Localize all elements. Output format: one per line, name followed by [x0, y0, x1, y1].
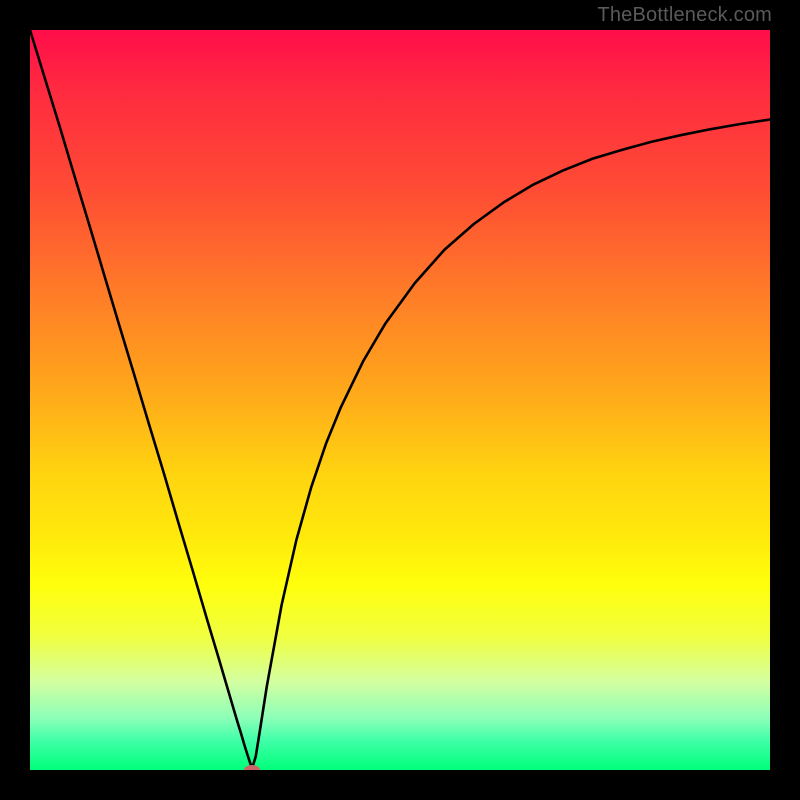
plot-area — [30, 30, 770, 770]
bottleneck-curve — [30, 30, 770, 769]
watermark-text: TheBottleneck.com — [597, 4, 772, 27]
minimum-marker — [244, 765, 260, 770]
curve-svg — [30, 30, 770, 770]
chart-frame: TheBottleneck.com — [0, 0, 800, 800]
